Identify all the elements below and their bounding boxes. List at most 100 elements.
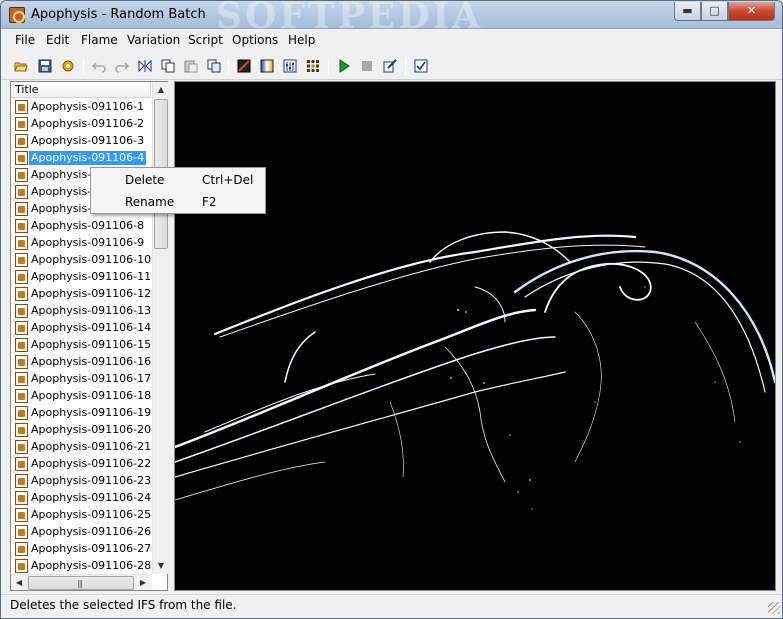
status-text: Deletes the selected IFS from the file. xyxy=(10,598,237,612)
paste-icon[interactable] xyxy=(182,57,200,75)
editor-icon[interactable] xyxy=(235,57,253,75)
flame-file-icon xyxy=(15,134,28,148)
list-item-label: Apophysis-091106-8 xyxy=(31,219,145,232)
menu-script[interactable]: Script xyxy=(188,32,223,49)
list-item-label: Apophysis-091106-19 xyxy=(31,406,152,419)
list-item-label: Apophysis-091106-21 xyxy=(31,440,152,453)
menu-options[interactable]: Options xyxy=(232,32,278,49)
list-item[interactable]: Apophysis-091106-10 xyxy=(11,252,151,269)
stop-icon[interactable] xyxy=(358,57,376,75)
flame-file-icon xyxy=(15,168,28,182)
list-item[interactable]: Apophysis-091106-23 xyxy=(11,473,151,490)
flame-file-icon xyxy=(15,287,28,301)
scroll-left-arrow-icon[interactable]: ◀ xyxy=(11,575,27,591)
scroll-down-arrow-icon[interactable]: ▼ xyxy=(154,558,168,574)
duplicate-icon[interactable] xyxy=(205,57,223,75)
list-item[interactable]: Apophysis-091106-4 xyxy=(11,150,151,167)
list-item-label: Apophysis-091106-20 xyxy=(31,423,152,436)
list-item-label: Apophysis-091106-2 xyxy=(31,117,145,130)
list-item[interactable]: Apophysis-091106-14 xyxy=(11,320,151,337)
menu-file[interactable]: File xyxy=(15,32,35,49)
play-icon[interactable] xyxy=(335,57,353,75)
gradient-icon[interactable] xyxy=(258,57,276,75)
status-bar: Deletes the selected IFS from the file. xyxy=(1,594,782,618)
flame-file-icon xyxy=(15,491,28,505)
app-window: Apophysis - Random Batch SOFTPEDIA ▬ □ ✕… xyxy=(0,0,783,619)
ctx-rename-shortcut: F2 xyxy=(202,195,217,209)
toolbar xyxy=(1,52,782,80)
flame-file-icon xyxy=(15,338,28,352)
list-item[interactable]: Apophysis-091106-19 xyxy=(11,405,151,422)
ctx-delete-item[interactable]: Delete Ctrl+Del xyxy=(93,170,263,191)
copy-icon[interactable] xyxy=(159,57,177,75)
flame-file-icon xyxy=(15,525,28,539)
maximize-button[interactable]: □ xyxy=(701,2,728,21)
ctx-delete-shortcut: Ctrl+Del xyxy=(202,173,254,187)
list-item[interactable]: Apophysis-091106-13 xyxy=(11,303,151,320)
flame-preview[interactable] xyxy=(174,81,776,591)
flip-icon[interactable] xyxy=(136,57,154,75)
list-item[interactable]: Apophysis-091106-12 xyxy=(11,286,151,303)
menu-edit[interactable]: Edit xyxy=(46,32,69,49)
redo-icon[interactable] xyxy=(113,57,131,75)
open-icon[interactable] xyxy=(12,57,30,75)
flame-file-icon xyxy=(15,304,28,318)
context-menu: Delete Ctrl+Del Rename F2 xyxy=(90,167,266,214)
apophysis-app-icon[interactable] xyxy=(9,7,25,23)
scroll-right-arrow-icon[interactable]: ▶ xyxy=(135,575,151,591)
flame-file-icon xyxy=(15,440,28,454)
save-all-icon[interactable] xyxy=(59,57,77,75)
resize-grip-icon[interactable] xyxy=(768,602,780,614)
list-item[interactable]: Apophysis-091106-15 xyxy=(11,337,151,354)
flame-file-icon xyxy=(15,355,28,369)
list-item[interactable]: Apophysis-091106-18 xyxy=(11,388,151,405)
save-icon[interactable] xyxy=(36,57,54,75)
list-item-label: Apophysis-091106-15 xyxy=(31,338,152,351)
list-item-label: Apophysis-091106-16 xyxy=(31,355,152,368)
adjust-icon[interactable] xyxy=(281,57,299,75)
list-item-label: Apophysis-091106-28 xyxy=(31,559,152,572)
list-item[interactable]: Apophysis-091106-17 xyxy=(11,371,151,388)
list-item[interactable]: Apophysis-091106-11 xyxy=(11,269,151,286)
list-item[interactable]: Apophysis-091106-26 xyxy=(11,524,151,541)
horizontal-scrollbar[interactable]: ◀ ||| ▶ xyxy=(11,574,152,590)
menu-variation[interactable]: Variation xyxy=(127,32,180,49)
flame-list: Title Apophysis-091106-1 Apophysis-091106… xyxy=(10,81,168,591)
flame-file-icon xyxy=(15,372,28,386)
list-item[interactable]: Apophysis-091106-3 xyxy=(11,133,151,150)
scroll-up-arrow-icon[interactable]: ▲ xyxy=(154,82,168,98)
horizontal-scroll-thumb[interactable]: ||| xyxy=(28,576,134,590)
options-icon[interactable] xyxy=(412,57,430,75)
list-item[interactable]: Apophysis-091106-1 xyxy=(11,99,151,116)
list-column-header-title[interactable]: Title xyxy=(11,82,151,98)
list-item-label: Apophysis-091106-25 xyxy=(31,508,152,521)
list-item-label: Apophysis-091106-9 xyxy=(31,236,145,249)
list-item-label: Apophysis-091106-17 xyxy=(31,372,152,385)
list-item[interactable]: Apophysis-091106-21 xyxy=(11,439,151,456)
undo-icon[interactable] xyxy=(90,57,108,75)
menu-flame[interactable]: Flame xyxy=(81,32,118,49)
flame-file-icon xyxy=(15,236,28,250)
list-item[interactable]: Apophysis-091106-25 xyxy=(11,507,151,524)
list-item-label: Apophysis-091106-14 xyxy=(31,321,152,334)
minimize-button[interactable]: ▬ xyxy=(674,2,701,21)
menu-help[interactable]: Help xyxy=(288,32,315,49)
title-bar[interactable]: Apophysis - Random Batch SOFTPEDIA ▬ □ ✕ xyxy=(1,1,782,37)
list-item[interactable]: Apophysis-091106-2 xyxy=(11,116,151,133)
close-button[interactable]: ✕ xyxy=(728,2,775,21)
flame-file-icon xyxy=(15,253,28,267)
ctx-rename-item[interactable]: Rename F2 xyxy=(93,192,263,213)
toolbar-separator xyxy=(328,58,329,75)
list-item[interactable]: Apophysis-091106-24 xyxy=(11,490,151,507)
list-item[interactable]: Apophysis-091106-28 xyxy=(11,558,151,575)
script-edit-icon[interactable] xyxy=(381,57,399,75)
list-item[interactable]: Apophysis-091106-20 xyxy=(11,422,151,439)
list-item[interactable]: Apophysis-091106-27 xyxy=(11,541,151,558)
vertical-scrollbar[interactable]: ▲ ▼ xyxy=(152,82,168,574)
list-item[interactable]: Apophysis-091106-22 xyxy=(11,456,151,473)
mutate-icon[interactable] xyxy=(304,57,322,75)
list-item[interactable]: Apophysis-091106-8 xyxy=(11,218,151,235)
list-item[interactable]: Apophysis-091106-9 xyxy=(11,235,151,252)
list-item[interactable]: Apophysis-091106-16 xyxy=(11,354,151,371)
flame-file-icon xyxy=(15,151,28,165)
